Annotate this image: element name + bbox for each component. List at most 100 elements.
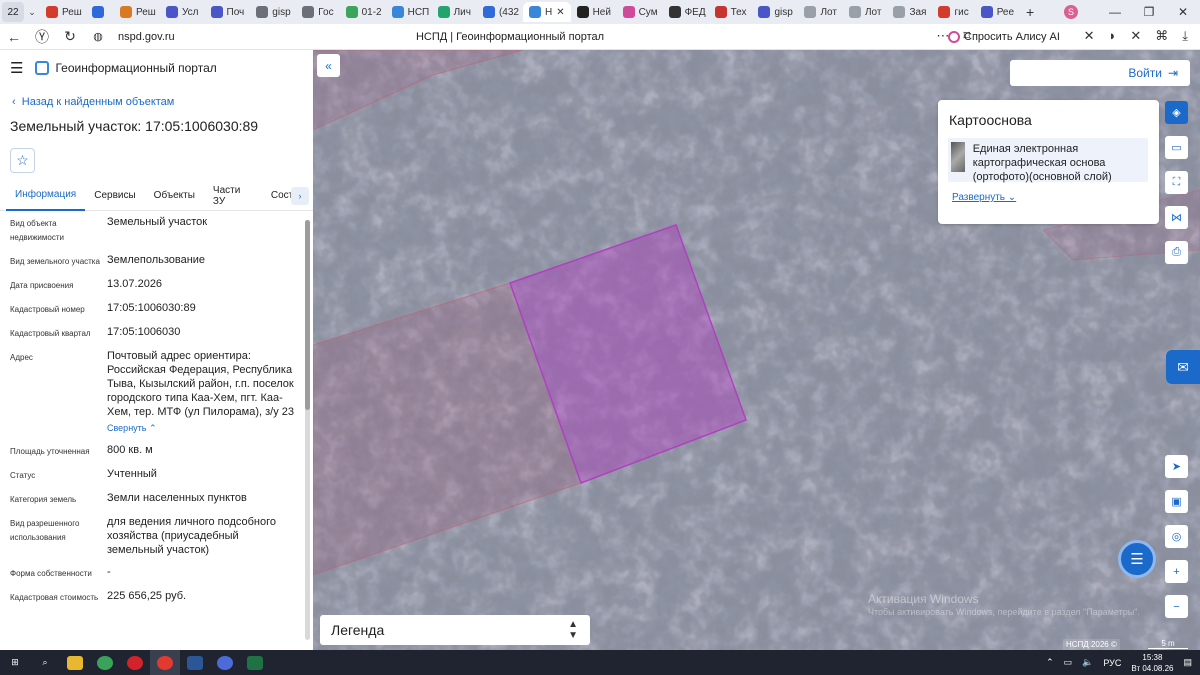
select-area-tool-button[interactable]: ⛶ (1165, 171, 1188, 194)
object-info-panel: ☰ Геоинформационный портал ‹ Назад к най… (0, 50, 313, 650)
browser-tab[interactable]: Лот (798, 2, 842, 22)
browser-tab[interactable]: Поч (205, 2, 251, 22)
favorite-star-button[interactable]: ☆ (10, 148, 35, 173)
browser-tab[interactable]: Лот (843, 2, 887, 22)
clock[interactable]: 15:38 Вт 04.08.26 (1131, 652, 1173, 674)
info-tab[interactable]: Информация (6, 181, 86, 211)
panel-scrollbar[interactable] (305, 220, 310, 640)
extension-icon-1[interactable]: ✕ (1084, 28, 1095, 44)
browser-tab[interactable]: Гос (296, 2, 339, 22)
menu-icon[interactable]: ☰ (10, 59, 23, 77)
property-row: Дата присвоения 13.07.2026 (0, 277, 305, 293)
basemap-layer-item[interactable]: Единая электронная картографическая осно… (948, 138, 1148, 183)
browser-tab[interactable]: Зая (887, 2, 932, 22)
property-row: Кадастровый номер 17:05:1006030:89 (0, 301, 305, 317)
notifications-icon[interactable]: ▤ (1183, 657, 1192, 668)
tab-label: Усл (182, 6, 199, 18)
browser-tab[interactable]: Лич (432, 2, 477, 22)
new-tab-button[interactable]: + (1020, 4, 1040, 20)
tab-favicon-icon (92, 6, 104, 18)
browser-tab[interactable]: gisp (250, 2, 296, 22)
tab-favicon-icon (345, 6, 358, 18)
property-value: 800 кв. м (107, 444, 153, 456)
tab-counter[interactable]: 22 (2, 2, 24, 22)
info-tab[interactable]: Объекты (145, 181, 204, 211)
legend-dropdown[interactable]: Легенда ▲ ▼ (320, 615, 590, 645)
print-icon[interactable]: ⎙ (1165, 241, 1188, 264)
property-row: Вид разрешенного использования для ведени… (0, 515, 305, 557)
legend-label: Легенда (331, 622, 385, 638)
property-row: Кадастровая стоимость 225 656,25 руб. (0, 589, 305, 605)
extensions-icon[interactable]: ⌘ (1155, 28, 1168, 44)
map-view[interactable]: « Войти ⇥ Картооснова Единая электронная… (313, 50, 1200, 650)
login-button[interactable]: Войти ⇥ (1010, 60, 1190, 86)
map-copyright: НСПД 2026 © (1063, 639, 1120, 650)
download-icon[interactable]: ⤓ (1182, 28, 1188, 44)
tab-label: Поч (226, 6, 245, 18)
yandex-browser-icon[interactable] (150, 650, 180, 675)
collapse-address-link[interactable]: Свернуть ⌃ (107, 421, 297, 435)
browser-tab-strip: 22 ⌄ Реш Реш Усл Поч gisp Гос 01-2 НСП Лич (432 Н ✕… (0, 0, 1200, 24)
browser-tab[interactable]: гис (932, 2, 974, 22)
browser-tab[interactable]: НСП (386, 2, 432, 22)
info-tab[interactable]: Части ЗУ (204, 181, 262, 211)
zoom-out-button[interactable]: − (1165, 595, 1188, 618)
layers-tool-button[interactable]: ◈ (1165, 101, 1188, 124)
minimap-icon[interactable]: ▣ (1165, 490, 1188, 513)
location-pin-icon[interactable]: ◎ (1165, 525, 1188, 548)
tab-label: НСП (407, 6, 430, 18)
chrome-icon[interactable] (90, 650, 120, 675)
start-button[interactable]: ⊞ (0, 650, 30, 675)
collapse-panel-button[interactable]: « (317, 54, 340, 77)
tabs-scroll-right-icon[interactable]: › (291, 187, 309, 205)
maximize-icon[interactable]: ❐ (1132, 5, 1166, 19)
browser-tab[interactable]: 01-2 (340, 2, 386, 22)
tab-list-chevron-icon[interactable]: ⌄ (24, 7, 40, 18)
info-tab[interactable]: Сервисы (85, 181, 144, 211)
excel-icon[interactable] (240, 650, 270, 675)
profile-avatar[interactable]: S (1064, 5, 1078, 19)
basemap-expand-link[interactable]: Развернуть ⌄ (938, 182, 1159, 203)
opera-icon[interactable] (120, 650, 150, 675)
tab-favicon-icon (120, 6, 132, 18)
property-label: Адрес (10, 353, 33, 362)
feedback-chat-icon[interactable]: ✉ (1166, 350, 1200, 384)
search-icon[interactable]: ⌕ (30, 650, 60, 675)
geolocation-icon[interactable]: ➤ (1165, 455, 1188, 478)
browser-tab[interactable]: Тех (709, 2, 753, 22)
chat-assistant-button[interactable]: ☰ (1118, 540, 1156, 578)
ruler-tool-button[interactable]: ▭ (1165, 136, 1188, 159)
tab-label: gisp (774, 6, 793, 18)
minimize-icon[interactable]: — (1098, 5, 1132, 19)
extension-icon-2[interactable]: ◗ (1108, 28, 1116, 44)
zoom-in-button[interactable]: + (1165, 560, 1188, 583)
messenger-icon[interactable] (210, 650, 240, 675)
back-to-results-link[interactable]: ‹ Назад к найденным объектам (0, 96, 313, 108)
network-icon[interactable]: ▭ (1064, 657, 1073, 668)
word-icon[interactable] (180, 650, 210, 675)
browser-tab[interactable]: gisp (752, 2, 798, 22)
browser-tab[interactable]: Реш (114, 2, 160, 22)
extension-icon-3[interactable]: ✕ (1130, 28, 1141, 44)
share-icon[interactable]: ⋈ (1165, 206, 1188, 229)
browser-tab[interactable]: Рее (975, 2, 1020, 22)
browser-tab[interactable]: ФЕД (663, 2, 709, 22)
browser-tab[interactable] (86, 2, 114, 22)
browser-tab[interactable]: Реш (40, 2, 86, 22)
browser-tab[interactable]: Сум (617, 2, 663, 22)
tab-favicon-icon (938, 6, 951, 18)
tab-favicon-icon (256, 6, 269, 18)
close-window-icon[interactable]: ✕ (1166, 5, 1200, 19)
browser-tab[interactable]: (432 (477, 2, 523, 22)
volume-icon[interactable]: 🔈 (1082, 657, 1093, 668)
property-value: Землепользование (107, 254, 206, 266)
browser-tab[interactable]: Н ✕ (522, 2, 571, 22)
close-tab-icon[interactable]: ✕ (556, 7, 564, 18)
property-row: Вид земельного участка Землепользование (0, 253, 305, 269)
language-indicator[interactable]: РУС (1103, 658, 1121, 668)
tray-chevron-icon[interactable]: ⌃ (1046, 657, 1054, 668)
browser-tab[interactable]: Усл (160, 2, 205, 22)
browser-tab[interactable]: Ней (571, 2, 617, 22)
ask-alisa-button[interactable]: Спросить Алису AI (942, 27, 1066, 47)
file-explorer-icon[interactable] (60, 650, 90, 675)
